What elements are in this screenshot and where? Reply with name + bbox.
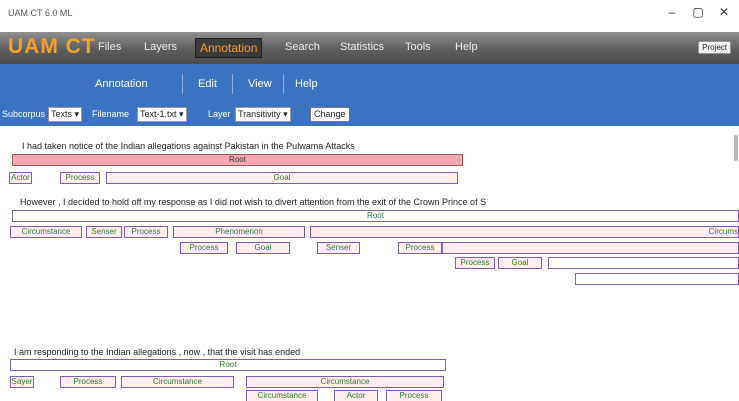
minimize-icon[interactable]: – bbox=[658, 5, 686, 19]
sentence-text[interactable]: I had taken notice of the Indian allegat… bbox=[22, 141, 355, 151]
subcorpus-select[interactable]: Texts ▾ bbox=[48, 107, 83, 122]
filename-label: Filename bbox=[92, 109, 130, 119]
role-box-process[interactable]: Process bbox=[180, 242, 228, 254]
selection-controls: Subcorpus Texts ▾ Filename Text-1.txt ▾ … bbox=[0, 105, 739, 123]
role-box-circumstance[interactable]: Circumstance bbox=[246, 376, 444, 388]
role-box-process[interactable]: Process bbox=[124, 226, 168, 238]
role-box-span[interactable] bbox=[548, 257, 739, 269]
close-icon[interactable]: ✕ bbox=[710, 5, 738, 19]
submenu-annotation[interactable]: Annotation bbox=[95, 78, 148, 90]
filename-select[interactable]: Text-1.txt ▾ bbox=[137, 107, 187, 122]
role-box-process[interactable]: Process bbox=[60, 172, 100, 184]
role-box-process[interactable]: Process bbox=[398, 242, 442, 254]
root-box[interactable]: Root bbox=[12, 154, 463, 166]
menu-help[interactable]: Help bbox=[455, 41, 478, 53]
filename-value: Text-1.txt bbox=[140, 109, 177, 119]
annotation-toolbar: Annotation Edit View Help Subcorpus Text… bbox=[0, 64, 739, 126]
vertical-scrollbar[interactable] bbox=[734, 135, 738, 161]
role-box-circumstance[interactable]: Circumstance bbox=[10, 226, 82, 238]
role-box-process[interactable]: Process bbox=[386, 390, 442, 401]
divider bbox=[283, 74, 284, 94]
layer-value: Transitivity bbox=[238, 109, 281, 119]
submenu-edit[interactable]: Edit bbox=[198, 78, 217, 90]
change-button[interactable]: Change bbox=[310, 107, 350, 122]
root-box[interactable]: Root bbox=[10, 359, 446, 371]
sentence-text[interactable]: However , I decided to hold off my respo… bbox=[20, 197, 486, 207]
annotation-canvas: I had taken notice of the Indian allegat… bbox=[0, 126, 739, 401]
layer-select[interactable]: Transitivity ▾ bbox=[235, 107, 291, 122]
main-menubar: UAM CT Files Layers Annotation Search St… bbox=[0, 32, 739, 64]
menu-search[interactable]: Search bbox=[285, 41, 320, 53]
role-box-senser[interactable]: Senser bbox=[86, 226, 122, 238]
role-box-sayer[interactable]: Sayer bbox=[10, 376, 34, 388]
role-box-circumstance[interactable]: Circumstance bbox=[121, 376, 234, 388]
subcorpus-value: Texts bbox=[51, 109, 73, 119]
role-box-process[interactable]: Process bbox=[455, 257, 495, 269]
role-box-span[interactable] bbox=[442, 242, 739, 254]
app-logo: UAM CT bbox=[8, 35, 96, 58]
role-box-actor[interactable]: Actor bbox=[334, 390, 378, 401]
layer-label: Layer bbox=[208, 109, 231, 119]
role-box-circumstance[interactable]: Circumstance bbox=[246, 390, 318, 401]
role-box-circumstance-2[interactable]: Circums bbox=[310, 226, 739, 238]
divider bbox=[232, 74, 233, 94]
submenu-view[interactable]: View bbox=[248, 78, 272, 90]
role-box-process[interactable]: Process bbox=[60, 376, 116, 388]
menu-layers[interactable]: Layers bbox=[144, 41, 177, 53]
role-box-actor[interactable]: Actor bbox=[9, 172, 32, 184]
maximize-icon[interactable]: ▢ bbox=[684, 5, 712, 19]
sentence-text[interactable]: I am responding to the Indian allegation… bbox=[14, 347, 300, 357]
menu-files[interactable]: Files bbox=[98, 41, 121, 53]
role-box-senser[interactable]: Senser bbox=[317, 242, 360, 254]
role-box-phenomenon[interactable]: Phenomenon bbox=[173, 226, 305, 238]
submenu-help[interactable]: Help bbox=[295, 78, 318, 90]
root-box[interactable]: Root bbox=[12, 210, 739, 222]
project-button[interactable]: Project bbox=[698, 41, 731, 54]
window-titlebar: UAM CT 6.0 ML – ▢ ✕ bbox=[0, 0, 739, 32]
role-box-goal[interactable]: Goal bbox=[236, 242, 290, 254]
menu-tools[interactable]: Tools bbox=[405, 41, 431, 53]
role-box-span[interactable] bbox=[575, 273, 739, 285]
role-box-goal[interactable]: Goal bbox=[498, 257, 542, 269]
divider bbox=[182, 74, 183, 94]
menu-annotation[interactable]: Annotation bbox=[195, 38, 263, 58]
subcorpus-label: Subcorpus bbox=[2, 109, 46, 119]
menu-statistics[interactable]: Statistics bbox=[340, 41, 384, 53]
role-box-goal[interactable]: Goal bbox=[106, 172, 458, 184]
window-title: UAM CT 6.0 ML bbox=[8, 8, 73, 18]
